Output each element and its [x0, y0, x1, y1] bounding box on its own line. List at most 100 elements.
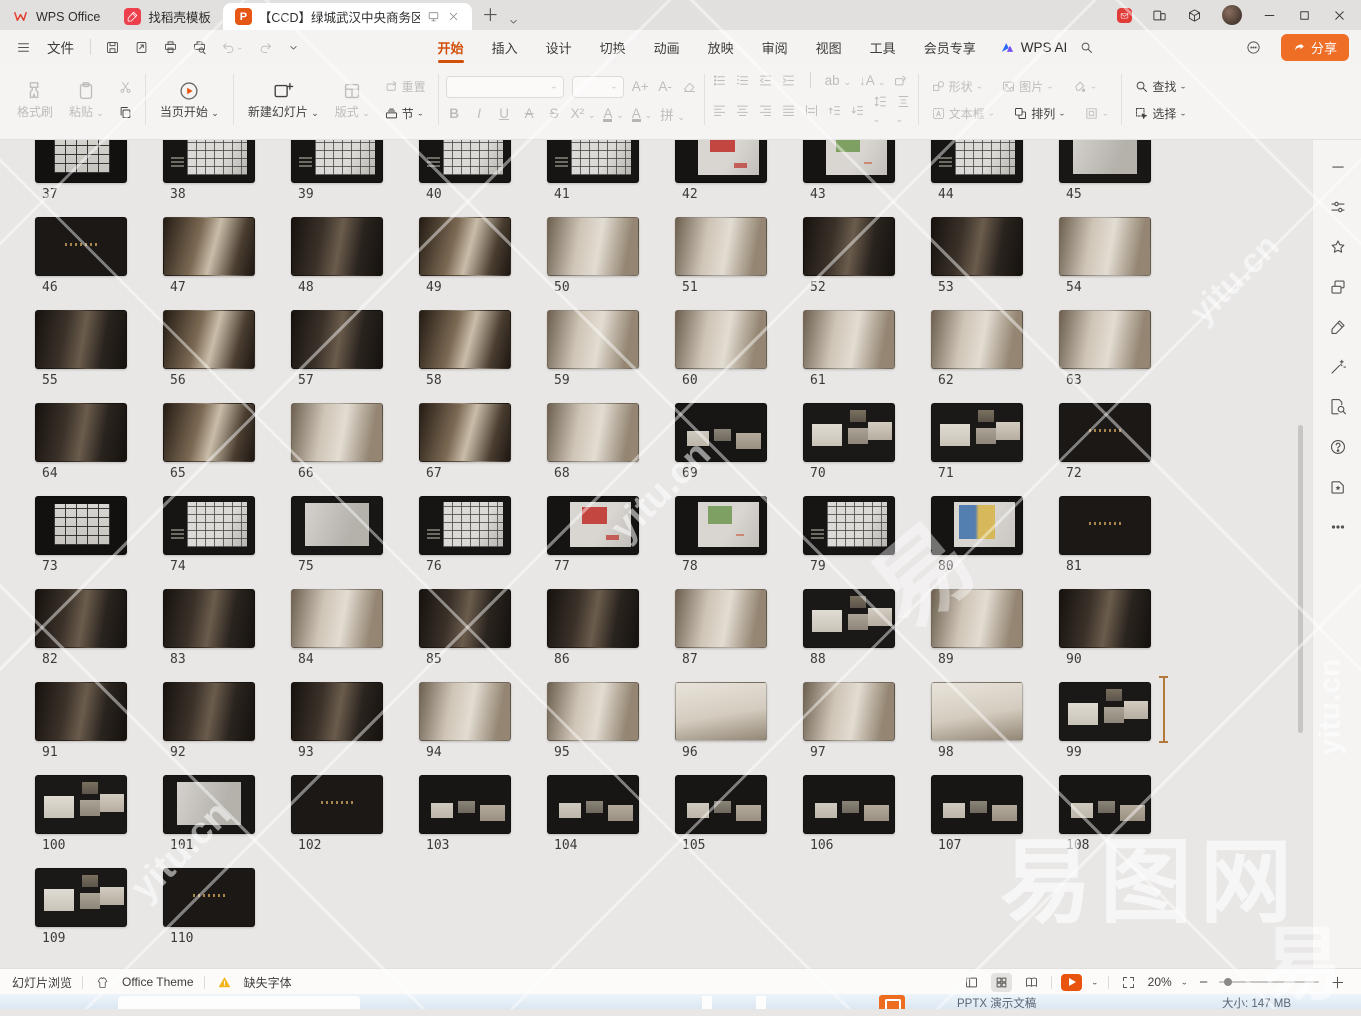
slide-thumbnail[interactable]: [163, 310, 255, 369]
user-avatar[interactable]: [1222, 5, 1242, 25]
slide-thumbnail[interactable]: [1059, 140, 1151, 183]
tab-list-chevron-icon[interactable]: [507, 15, 526, 30]
messages-icon[interactable]: [1117, 8, 1132, 23]
fit-to-window-button[interactable]: [1118, 973, 1139, 992]
vertical-align-button[interactable]: ⌄: [896, 94, 911, 127]
highlight-color-button[interactable]: A ⌄: [632, 106, 652, 122]
slide-thumbnail[interactable]: [675, 140, 767, 183]
format-painter-button[interactable]: 格式刷: [10, 78, 60, 121]
zoom-chevron-icon[interactable]: ⌄: [1181, 978, 1189, 987]
line-spacing-button[interactable]: ⌄: [873, 94, 888, 127]
slide-thumbnail[interactable]: [803, 496, 895, 555]
tab-close-icon[interactable]: [447, 10, 460, 23]
increase-font-button[interactable]: A+: [632, 79, 649, 94]
favorites-star-icon[interactable]: [1329, 238, 1347, 256]
slide-thumbnail[interactable]: [803, 403, 895, 462]
slideshow-play-button[interactable]: [1061, 974, 1082, 991]
find-button[interactable]: 查找 ⌄: [1129, 76, 1192, 97]
slide-thumbnail[interactable]: [419, 403, 511, 462]
slide-thumbnail[interactable]: [675, 403, 767, 462]
sticker-note-icon[interactable]: [1329, 478, 1347, 496]
slide-pages-icon[interactable]: [1329, 278, 1347, 296]
outline-button[interactable]: ⌄: [1079, 104, 1115, 123]
new-tab-button[interactable]: ＋: [472, 1, 507, 30]
ribbon-tab-7[interactable]: 视图: [802, 30, 856, 64]
multi-device-icon[interactable]: [1152, 8, 1167, 23]
slide-thumbnail[interactable]: [931, 682, 1023, 741]
decrease-font-button[interactable]: A-: [657, 79, 674, 94]
search-icon[interactable]: [1073, 37, 1100, 58]
slide-thumbnail[interactable]: [419, 589, 511, 648]
slide-thumbnail[interactable]: [291, 403, 383, 462]
settings-sliders-icon[interactable]: [1329, 198, 1347, 216]
bullets-button[interactable]: [712, 73, 727, 88]
slide-thumbnail[interactable]: [35, 682, 127, 741]
slide-thumbnail[interactable]: [419, 775, 511, 834]
slide-thumbnail[interactable]: [675, 589, 767, 648]
slide-thumbnail[interactable]: [931, 403, 1023, 462]
slide-thumbnail[interactable]: [547, 682, 639, 741]
maximize-button[interactable]: [1297, 8, 1312, 23]
file-menu[interactable]: 文件: [39, 37, 82, 57]
convert-smartart-button[interactable]: [893, 73, 908, 88]
doc-search-icon[interactable]: [1329, 398, 1347, 416]
slide-thumbnail[interactable]: [291, 589, 383, 648]
slide-thumbnail[interactable]: [419, 310, 511, 369]
slide-thumbnail[interactable]: [675, 217, 767, 276]
slide-thumbnail[interactable]: [35, 589, 127, 648]
strikethrough-button[interactable]: S: [546, 106, 563, 121]
share-button[interactable]: 分享: [1281, 34, 1349, 61]
slide-thumbnail[interactable]: [803, 775, 895, 834]
slide-thumbnail[interactable]: [803, 140, 895, 183]
normal-view-button[interactable]: [961, 973, 982, 992]
slide-thumbnail[interactable]: [803, 217, 895, 276]
layout-button[interactable]: 版式 ⌄: [328, 78, 377, 122]
slide-thumbnail[interactable]: [163, 775, 255, 834]
fill-color-button[interactable]: ⌄: [1067, 77, 1103, 96]
slide-thumbnail[interactable]: [35, 496, 127, 555]
slide-thumbnail[interactable]: [35, 217, 127, 276]
slide-thumbnail[interactable]: [1059, 682, 1151, 741]
slide-thumbnail[interactable]: [291, 140, 383, 183]
close-button[interactable]: [1332, 8, 1347, 23]
slide-thumbnail[interactable]: [1059, 403, 1151, 462]
slide-thumbnail[interactable]: [675, 775, 767, 834]
zoom-level[interactable]: 20%: [1148, 975, 1172, 989]
slide-thumbnail[interactable]: [163, 496, 255, 555]
slide-thumbnail[interactable]: [1059, 496, 1151, 555]
increase-indent-button[interactable]: [781, 73, 796, 88]
slide-thumbnail[interactable]: [419, 682, 511, 741]
play-options-chevron-icon[interactable]: ⌄: [1091, 978, 1099, 987]
export-icon[interactable]: [128, 37, 155, 58]
phonetic-guide-button[interactable]: 拼 ⌄: [660, 104, 685, 124]
slide-thumbnail[interactable]: [547, 403, 639, 462]
font-size-select[interactable]: ⌄: [572, 76, 624, 98]
italic-button[interactable]: I: [471, 106, 488, 121]
slide-thumbnail[interactable]: [35, 775, 127, 834]
text-direction-button[interactable]: ab ⌄: [825, 73, 851, 88]
slide-sorter-view-button[interactable]: [991, 973, 1012, 992]
slide-thumbnail[interactable]: [931, 775, 1023, 834]
vertical-text-button[interactable]: ↓A ⌄: [859, 73, 885, 88]
justify-button[interactable]: [781, 103, 796, 118]
slide-thumbnail[interactable]: [291, 496, 383, 555]
slide-thumbnail[interactable]: [291, 682, 383, 741]
ribbon-tab-5[interactable]: 放映: [694, 30, 748, 64]
slide-thumbnail[interactable]: [35, 868, 127, 927]
reading-view-button[interactable]: [1021, 973, 1042, 992]
print-preview-icon[interactable]: [186, 37, 213, 58]
slide-thumbnail[interactable]: [547, 589, 639, 648]
slide-thumbnail[interactable]: [163, 868, 255, 927]
ribbon-tab-4[interactable]: 动画: [640, 30, 694, 64]
column-spacing-down-button[interactable]: [850, 103, 865, 118]
slide-thumbnail[interactable]: [35, 310, 127, 369]
align-right-button[interactable]: [758, 103, 773, 118]
slide-thumbnail[interactable]: [419, 140, 511, 183]
align-center-button[interactable]: [735, 103, 750, 118]
slide-thumbnail[interactable]: [163, 403, 255, 462]
slide-thumbnail[interactable]: [35, 140, 127, 183]
redo-icon[interactable]: [252, 37, 279, 58]
paste-button[interactable]: 粘贴 ⌄: [62, 78, 111, 122]
ribbon-tab-1[interactable]: 插入: [478, 30, 532, 64]
more-icon[interactable]: [1329, 518, 1347, 536]
